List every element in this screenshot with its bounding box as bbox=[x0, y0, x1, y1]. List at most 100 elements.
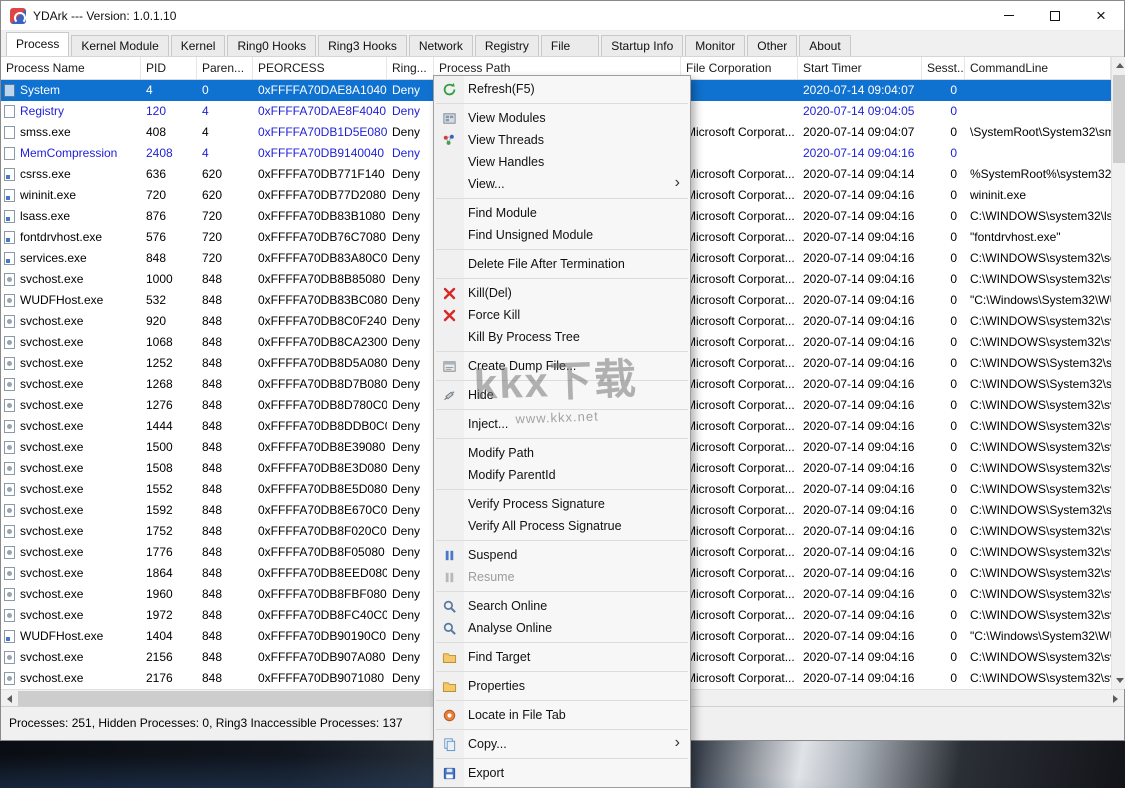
cell-ppid: 4 bbox=[202, 104, 209, 118]
process-name: wininit.exe bbox=[20, 188, 77, 202]
vertical-scroll-thumb[interactable] bbox=[1113, 75, 1125, 163]
menu-item-suspend[interactable]: Suspend bbox=[434, 544, 690, 566]
menu-item-kill-del[interactable]: Kill(Del) bbox=[434, 282, 690, 304]
cell-cmd: C:\WINDOWS\System32\svc... bbox=[970, 356, 1111, 370]
menu-item-view[interactable]: View... › bbox=[434, 173, 690, 195]
minimize-button[interactable] bbox=[986, 1, 1032, 30]
process-icon bbox=[4, 84, 15, 97]
column-header-process-name[interactable]: Process Name bbox=[1, 57, 141, 79]
menu-item-delete-file-after-termination[interactable]: Delete File After Termination bbox=[434, 253, 690, 275]
process-name: svchost.exe bbox=[20, 566, 84, 580]
cell-start: 2020-07-14 09:04:16 bbox=[803, 461, 915, 475]
cell-corp: Microsoft Corporat... bbox=[686, 209, 795, 223]
scroll-down-button[interactable] bbox=[1112, 672, 1125, 689]
menu-item-copy[interactable]: Copy... › bbox=[434, 733, 690, 755]
menu-item-force-kill[interactable]: Force Kill bbox=[434, 304, 690, 326]
cell-cmd: C:\WINDOWS\system32\svc... bbox=[970, 314, 1111, 328]
cell-name: svchost.exe bbox=[1, 563, 141, 584]
menu-item-label: Find Module bbox=[468, 206, 537, 220]
column-header-paren[interactable]: Paren... bbox=[197, 57, 253, 79]
cell-name: svchost.exe bbox=[1, 521, 141, 542]
process-icon bbox=[4, 294, 15, 307]
menu-item-search-online[interactable]: Search Online bbox=[434, 595, 690, 617]
menu-item-inject[interactable]: Inject... bbox=[434, 413, 690, 435]
cell-ring: Deny bbox=[392, 314, 421, 328]
tab-monitor[interactable]: Monitor bbox=[685, 35, 746, 56]
scroll-up-button[interactable] bbox=[1112, 57, 1125, 74]
menu-item-modify-path[interactable]: Modify Path bbox=[434, 442, 690, 464]
process-icon bbox=[4, 273, 15, 286]
column-header-ring[interactable]: Ring... bbox=[387, 57, 434, 79]
window-title: YDArk --- Version: 1.0.1.10 bbox=[33, 8, 177, 23]
cell-peorcess: 0xFFFFA70DB8E670C0 bbox=[258, 503, 387, 517]
column-header-file-corporation[interactable]: File Corporation bbox=[681, 57, 798, 79]
column-header-commandline[interactable]: CommandLine bbox=[965, 57, 1111, 79]
tab-kernel-module[interactable]: Kernel Module bbox=[71, 35, 169, 56]
cell-corp: Microsoft Corporat... bbox=[686, 587, 795, 601]
close-icon: × bbox=[1096, 6, 1106, 25]
tab-kernel[interactable]: Kernel bbox=[170, 35, 226, 56]
no-icon bbox=[439, 467, 459, 483]
menu-item-properties[interactable]: Properties bbox=[434, 675, 690, 697]
menu-item-find-target[interactable]: Find Target bbox=[434, 646, 690, 668]
menu-item-find-unsigned-module[interactable]: Find Unsigned Module bbox=[434, 224, 690, 246]
no-icon bbox=[439, 176, 459, 192]
close-button[interactable]: × bbox=[1078, 1, 1124, 30]
cell-corp: Microsoft Corporat... bbox=[686, 167, 795, 181]
process-icon bbox=[4, 630, 15, 643]
tab-network[interactable]: Network bbox=[408, 35, 473, 56]
cell-corp: Microsoft Corporat... bbox=[686, 440, 795, 454]
process-icon bbox=[4, 147, 15, 160]
scroll-left-button[interactable] bbox=[1, 690, 18, 707]
tab-about[interactable]: About bbox=[799, 35, 851, 56]
menu-item-view-handles[interactable]: View Handles bbox=[434, 151, 690, 173]
tab-ring3-hooks[interactable]: Ring3 Hooks bbox=[318, 35, 407, 56]
menu-item-export[interactable]: Export bbox=[434, 762, 690, 784]
menu-item-refresh-f5[interactable]: Refresh(F5) bbox=[434, 78, 690, 100]
menu-item-analyse-online[interactable]: Analyse Online bbox=[434, 617, 690, 639]
process-name: svchost.exe bbox=[20, 587, 84, 601]
menu-item-kill-by-process-tree[interactable]: Kill By Process Tree bbox=[434, 326, 690, 348]
menu-item-modify-parentid[interactable]: Modify ParentId bbox=[434, 464, 690, 486]
menu-item-label: Modify Path bbox=[468, 446, 535, 460]
menu-item-hide[interactable]: Hide bbox=[434, 384, 690, 406]
scroll-right-button[interactable] bbox=[1107, 690, 1124, 707]
vertical-scrollbar[interactable] bbox=[1111, 57, 1125, 689]
cell-corp: Microsoft Corporat... bbox=[686, 461, 795, 475]
menu-item-view-threads[interactable]: View Threads bbox=[434, 129, 690, 151]
tab-other[interactable]: Other bbox=[747, 35, 798, 56]
app-icon bbox=[10, 7, 26, 24]
cell-sess: 0 bbox=[950, 272, 957, 286]
menu-item-locate-in-file-tab[interactable]: Locate in File Tab bbox=[434, 704, 690, 726]
menu-item-label: Properties bbox=[468, 679, 525, 693]
column-header-peorcess[interactable]: PEORCESS bbox=[253, 57, 387, 79]
process-name: csrss.exe bbox=[20, 167, 71, 181]
cell-ppid: 848 bbox=[202, 671, 223, 685]
cell-corp: Microsoft Corporat... bbox=[686, 335, 795, 349]
no-icon bbox=[439, 256, 459, 272]
cell-start: 2020-07-14 09:04:16 bbox=[803, 440, 915, 454]
process-icon bbox=[4, 567, 15, 580]
menu-item-verify-all-process-signatrue[interactable]: Verify All Process Signatrue bbox=[434, 515, 690, 537]
menu-item-find-module[interactable]: Find Module bbox=[434, 202, 690, 224]
cell-ppid: 848 bbox=[202, 566, 223, 580]
menu-item-create-dump-file[interactable]: Create Dump File... bbox=[434, 355, 690, 377]
tab-ring0-hooks[interactable]: Ring0 Hooks bbox=[227, 35, 317, 56]
cell-corp: Microsoft Corporat... bbox=[686, 251, 795, 265]
cell-corp: Microsoft Corporat... bbox=[686, 608, 795, 622]
menu-item-verify-process-signature[interactable]: Verify Process Signature bbox=[434, 493, 690, 515]
cell-start: 2020-07-14 09:04:16 bbox=[803, 503, 915, 517]
cell-sess: 0 bbox=[950, 608, 957, 622]
tab-startup-info[interactable]: Startup Info bbox=[601, 35, 684, 56]
maximize-button[interactable] bbox=[1032, 1, 1078, 30]
column-header-sesst[interactable]: Sesst... bbox=[922, 57, 965, 79]
tab-registry[interactable]: Registry bbox=[474, 35, 539, 56]
tab-process[interactable]: Process bbox=[6, 32, 70, 56]
cell-ppid: 848 bbox=[202, 629, 223, 643]
tab-file[interactable]: File bbox=[540, 35, 600, 56]
column-header-start-timer[interactable]: Start Timer bbox=[798, 57, 922, 79]
horizontal-scroll-thumb[interactable] bbox=[18, 691, 438, 706]
menu-item-view-modules[interactable]: View Modules bbox=[434, 107, 690, 129]
column-header-pid[interactable]: PID bbox=[141, 57, 197, 79]
process-name: svchost.exe bbox=[20, 440, 84, 454]
